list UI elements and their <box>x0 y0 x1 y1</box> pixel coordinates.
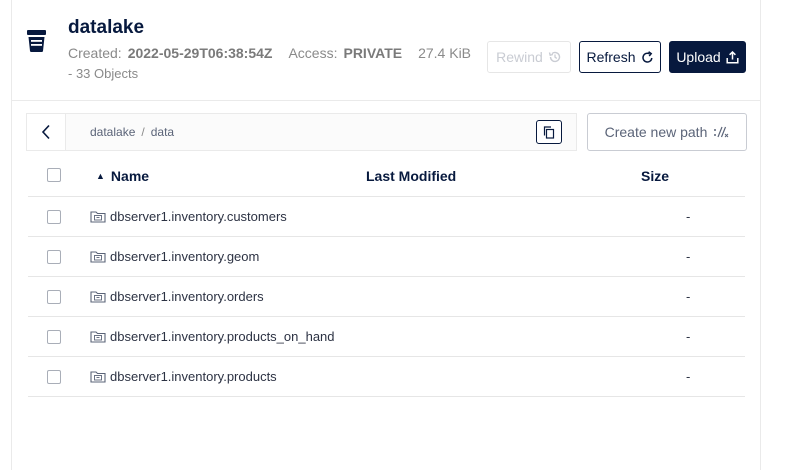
row-name-cell: dbserver1.inventory.products <box>90 369 277 384</box>
row-name: dbserver1.inventory.products <box>110 369 277 384</box>
folder-icon <box>90 291 106 303</box>
breadcrumb-item[interactable]: datalake <box>90 125 135 139</box>
row-name-cell: dbserver1.inventory.customers <box>90 209 287 224</box>
row-checkbox[interactable] <box>47 370 61 384</box>
rewind-button[interactable]: Rewind <box>487 41 571 73</box>
row-size: - <box>686 249 691 264</box>
column-header-last-modified[interactable]: Last Modified <box>366 168 456 184</box>
column-header-name[interactable]: ▲ Name <box>96 168 149 184</box>
breadcrumb-bar: datalake / data <box>26 113 577 151</box>
row-checkbox[interactable] <box>47 330 61 344</box>
access-label: Access: <box>288 45 338 61</box>
column-name-label: Name <box>110 168 150 184</box>
row-checkbox[interactable] <box>47 210 61 224</box>
access-value: PRIVATE <box>343 45 403 61</box>
create-new-path-button[interactable]: Create new path <box>587 113 747 151</box>
row-size: - <box>686 329 691 344</box>
header-divider <box>12 100 760 101</box>
row-name-cell: dbserver1.inventory.orders <box>90 289 264 304</box>
row-size: - <box>686 369 691 384</box>
row-name-cell: dbserver1.inventory.products_on_hand <box>90 329 335 344</box>
back-button[interactable] <box>27 114 66 150</box>
copy-path-button[interactable] <box>536 120 562 144</box>
row-checkbox[interactable] <box>47 290 61 304</box>
table-header: ▲ Name Last Modified Size <box>28 156 745 197</box>
object-count: - 33 Objects <box>68 66 139 81</box>
object-table: ▲ Name Last Modified Size dbserver1.inve… <box>28 156 745 397</box>
create-new-path-label: Create new path <box>604 124 708 140</box>
select-all-checkbox[interactable] <box>47 168 61 182</box>
row-name: dbserver1.inventory.orders <box>110 289 264 304</box>
breadcrumb-item[interactable]: data <box>151 125 174 139</box>
history-icon <box>548 51 561 63</box>
breadcrumb: datalake / data <box>90 125 174 139</box>
row-size: - <box>686 209 691 224</box>
sort-asc-icon: ▲ <box>96 171 105 181</box>
table-row[interactable]: dbserver1.inventory.orders - <box>28 277 745 317</box>
created-label: Created: <box>68 45 122 61</box>
refresh-label: Refresh <box>586 49 636 65</box>
row-name: dbserver1.inventory.products_on_hand <box>110 329 335 344</box>
row-checkbox[interactable] <box>47 250 61 264</box>
table-row[interactable]: dbserver1.inventory.customers - <box>28 197 745 237</box>
row-name: dbserver1.inventory.geom <box>110 249 260 264</box>
new-path-icon <box>714 126 729 138</box>
row-name-cell: dbserver1.inventory.geom <box>90 249 259 264</box>
upload-button[interactable]: Upload <box>669 41 746 73</box>
rewind-label: Rewind <box>496 49 543 65</box>
table-row[interactable]: dbserver1.inventory.products - <box>28 357 745 397</box>
table-row[interactable]: dbserver1.inventory.geom - <box>28 237 745 277</box>
created-value: 2022-05-29T06:38:54Z <box>127 45 273 61</box>
row-name: dbserver1.inventory.customers <box>110 209 287 224</box>
bucket-size: 27.4 KiB <box>418 45 472 61</box>
row-size: - <box>686 289 691 304</box>
upload-icon <box>726 50 739 64</box>
table-row[interactable]: dbserver1.inventory.products_on_hand - <box>28 317 745 357</box>
breadcrumb-separator: / <box>141 125 145 139</box>
bucket-name: datalake <box>68 17 145 38</box>
column-header-size[interactable]: Size <box>641 168 669 184</box>
refresh-button[interactable]: Refresh <box>579 41 661 73</box>
copy-icon <box>543 125 555 139</box>
folder-icon <box>90 251 106 263</box>
refresh-icon <box>641 50 653 63</box>
upload-label: Upload <box>676 49 721 65</box>
chevron-left-icon <box>41 124 50 140</box>
bucket-meta: Created: 2022-05-29T06:38:54Z Access: PRIVA… <box>68 45 471 61</box>
folder-icon <box>90 331 106 343</box>
bucket-icon <box>27 30 46 52</box>
folder-icon <box>90 371 106 383</box>
folder-icon <box>90 211 106 223</box>
